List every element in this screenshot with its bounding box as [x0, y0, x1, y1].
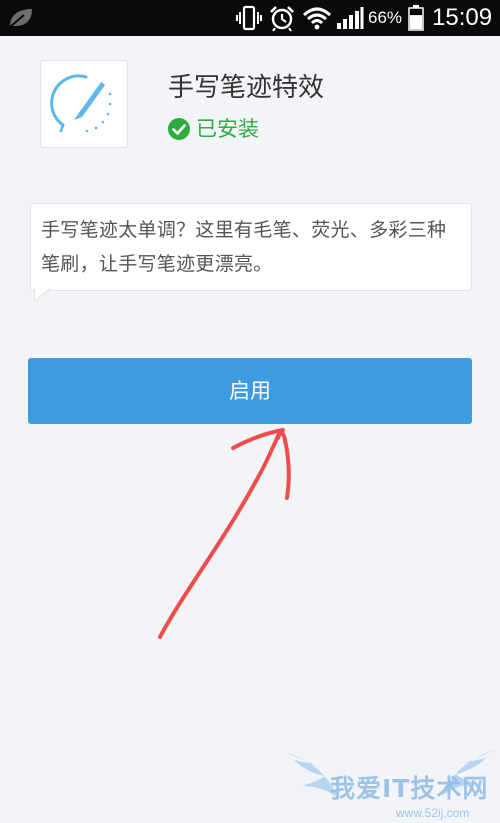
app-icon — [40, 60, 128, 148]
signal-icon — [337, 7, 364, 29]
app-title: 手写笔迹特效 — [168, 73, 325, 103]
enable-button[interactable]: 启用 — [28, 358, 472, 424]
description-bubble: 手写笔迹太单调？这里有毛笔、荧光、多彩三种笔刷，让手写笔迹更漂亮。 — [30, 203, 472, 291]
leaf-icon — [9, 9, 32, 28]
alarm-icon — [270, 6, 294, 32]
check-circle-icon — [168, 118, 190, 140]
vibrate-icon — [236, 5, 262, 31]
watermark-url: www.52ij.com — [396, 806, 470, 820]
battery-percent: 66% — [368, 8, 403, 27]
description-text: 手写笔迹太单调？这里有毛笔、荧光、多彩三种笔刷，让手写笔迹更漂亮。 — [41, 219, 447, 275]
watermark-text: 我爱IT技术网 — [330, 774, 489, 803]
status-bar: 66% 15:09 — [0, 0, 500, 36]
clock: 15:09 — [432, 4, 493, 31]
installed-label: 已安装 — [196, 117, 259, 141]
bubble-tail — [34, 288, 51, 302]
battery-icon — [408, 5, 424, 31]
wifi-icon — [302, 7, 332, 30]
pen-stroke-icon — [50, 74, 112, 133]
